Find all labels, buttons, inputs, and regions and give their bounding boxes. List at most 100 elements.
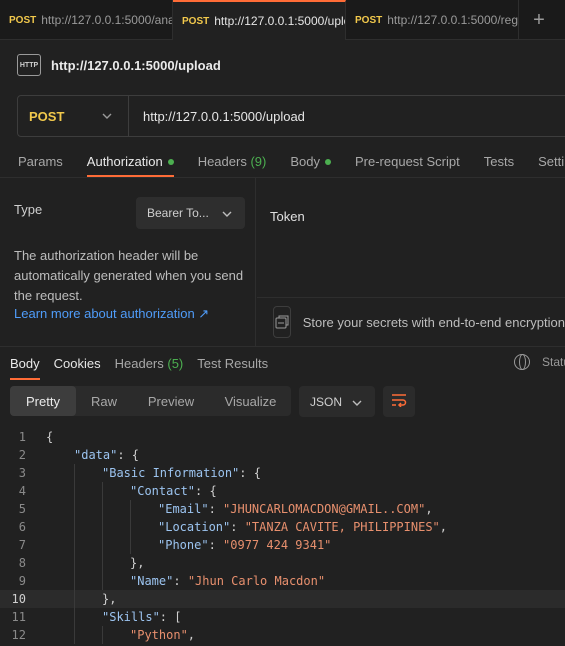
active-dot-icon	[324, 158, 331, 165]
tab-url: http://127.0.0.1:5000/analyze	[41, 13, 173, 27]
tab-method: POST	[355, 14, 383, 26]
indent-guide	[130, 500, 158, 518]
tab-params[interactable]: Params	[18, 146, 63, 177]
request-title[interactable]: http://127.0.0.1:5000/upload	[51, 58, 221, 73]
json-key: "Phone"	[158, 538, 209, 552]
request-tab-active[interactable]: POST http://127.0.0.1:5000/upload	[173, 0, 346, 40]
auth-type-select[interactable]: Bearer To...	[136, 197, 245, 229]
json-punctuation: ,	[187, 628, 196, 642]
json-string: "TANZA CAVITE, PHILIPPINES"	[244, 520, 440, 534]
json-string: "Jhun Carlo Macdon"	[187, 574, 326, 588]
json-key: "Email"	[158, 502, 209, 516]
request-tab[interactable]: POST http://127.0.0.1:5000/register	[346, 0, 519, 40]
code-line: 2 "data": {	[0, 446, 565, 464]
chevron-down-icon	[352, 395, 362, 409]
format-preview[interactable]: Preview	[132, 386, 210, 416]
tab-label: Settings	[538, 154, 565, 169]
indent-guide	[46, 626, 74, 644]
json-punctuation: : {	[117, 448, 140, 462]
response-tab-test-results[interactable]: Test Results	[197, 347, 268, 380]
json-punctuation: : {	[239, 466, 261, 480]
indent-guide	[74, 464, 102, 482]
wrap-lines-button[interactable]	[383, 386, 415, 417]
secret-text: Store your secrets with end-to-end encry…	[302, 314, 565, 330]
code-line: 8},	[0, 554, 565, 572]
line-number: 4	[18, 484, 26, 498]
format-visualize[interactable]: Visualize	[210, 386, 291, 416]
line-number: 2	[18, 448, 26, 462]
indent-guide	[74, 590, 102, 608]
indent-guide	[74, 554, 102, 572]
code-line: 4 "Contact": {	[0, 482, 565, 500]
tab-method: POST	[9, 14, 37, 26]
learn-more-link[interactable]: Learn more about authorization ↗	[14, 306, 209, 322]
json-string: "0977 424 9341"	[223, 538, 332, 552]
tab-url: http://127.0.0.1:5000/upload	[214, 14, 345, 28]
indent-guide	[74, 500, 102, 518]
json-key: "Location"	[158, 520, 231, 534]
indent-guide	[46, 464, 74, 482]
request-title-row: HTTP http://127.0.0.1:5000/upload	[17, 52, 221, 78]
response-tab-cookies[interactable]: Cookies	[54, 347, 101, 380]
request-tab[interactable]: POST http://127.0.0.1:5000/analyze	[0, 0, 173, 40]
headers-count: (5)	[167, 356, 184, 371]
indent-guide	[102, 554, 130, 572]
json-punctuation: :	[208, 538, 224, 552]
format-raw[interactable]: Raw	[76, 386, 132, 416]
response-tab-body[interactable]: Body	[10, 347, 40, 380]
tab-headers[interactable]: Headers (9)	[198, 146, 267, 177]
wrap-lines-icon	[391, 393, 407, 410]
line-number: 5	[18, 502, 26, 516]
json-punctuation: :	[208, 502, 224, 516]
line-number: 1	[18, 430, 26, 444]
code-line: 7 "Phone": "0977 424 9341"	[0, 536, 565, 554]
indent-guide	[102, 626, 130, 644]
indent-guide	[46, 482, 74, 500]
format-pretty[interactable]: Pretty	[10, 386, 76, 416]
language-value: JSON	[310, 394, 343, 409]
new-tab-button[interactable]: +	[519, 0, 559, 40]
tab-label: Params	[18, 154, 63, 169]
tab-tests[interactable]: Tests	[484, 146, 514, 177]
indent-guide	[74, 518, 102, 536]
indent-guide	[46, 518, 74, 536]
format-toolbar: Pretty Raw Preview Visualize	[10, 386, 291, 416]
indent-guide	[74, 626, 102, 644]
response-body-editor[interactable]: 1{2 "data": {3 "Basic Information": {4 "Con…	[0, 428, 565, 644]
auth-description: The authorization header will be automat…	[14, 248, 244, 303]
url-input[interactable]: http://127.0.0.1:5000/upload	[129, 109, 305, 124]
globe-icon[interactable]	[514, 354, 530, 370]
language-select[interactable]: JSON	[299, 386, 375, 417]
json-punctuation: ,	[425, 502, 433, 516]
chevron-down-icon	[222, 206, 232, 220]
active-dot-icon	[167, 158, 174, 165]
indent-guide	[130, 518, 158, 536]
tab-prerequest-script[interactable]: Pre-request Script	[355, 146, 460, 177]
indent-guide	[102, 482, 130, 500]
chevron-down-icon	[102, 111, 112, 122]
indent-guide	[102, 518, 130, 536]
response-tab-headers[interactable]: Headers (5)	[115, 347, 184, 380]
indent-guide	[130, 536, 158, 554]
tab-settings[interactable]: Settings	[538, 146, 565, 177]
line-number: 12	[11, 628, 26, 642]
indent-guide	[46, 554, 74, 572]
json-punctuation: :	[173, 574, 188, 588]
json-punctuation: : {	[195, 484, 217, 498]
indent-guide	[46, 500, 74, 518]
tab-label: Headers	[114, 356, 164, 371]
vault-icon	[273, 306, 291, 338]
tab-authorization[interactable]: Authorization	[86, 146, 174, 177]
method-select[interactable]: POST	[18, 96, 129, 136]
method-label: POST	[29, 108, 65, 124]
tab-body[interactable]: Body	[290, 146, 331, 177]
indent-guide	[74, 608, 102, 626]
indent-guide	[102, 536, 130, 554]
indent-guide	[74, 536, 102, 554]
line-number: 7	[18, 538, 26, 552]
tab-url: http://127.0.0.1:5000/register	[387, 13, 519, 27]
http-request-icon: HTTP	[17, 54, 41, 76]
json-punctuation: {	[46, 430, 54, 444]
indent-guide	[102, 572, 130, 590]
secret-banner: Store your secrets with end-to-end encry…	[257, 297, 565, 346]
